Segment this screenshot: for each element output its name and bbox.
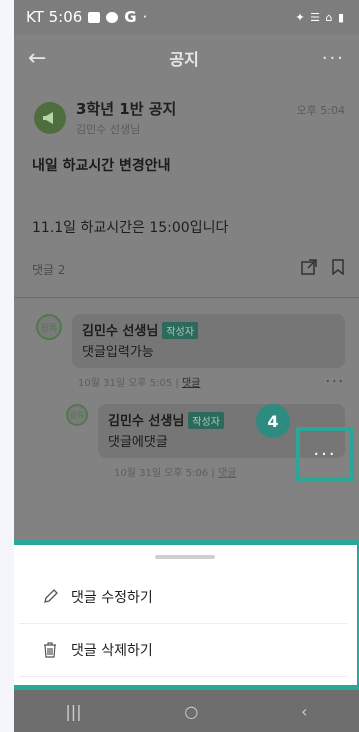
commenter-name: 김민수 선생님: [82, 324, 159, 339]
bookmark-icon[interactable]: [331, 259, 345, 279]
home-icon[interactable]: ○: [184, 702, 198, 721]
reply-link[interactable]: 댓글: [218, 468, 236, 479]
phone-screen: KT 5:06 G · ✦ ☰ ⌂ ▮ ← 공지 ··· 3학년 1반 공지 김…: [14, 0, 359, 732]
page-title: 공지: [169, 50, 199, 69]
reply-time: 10월 31일 오후 5:06: [114, 468, 209, 479]
edit-comment-label: 댓글 수정하기: [71, 590, 153, 606]
post-time: 오후 5:04: [296, 104, 345, 117]
back-arrow-icon[interactable]: ←: [28, 46, 46, 71]
message-icon: [106, 11, 119, 23]
google-icon: G: [124, 8, 137, 26]
notice-title: 내일 하교시간 변경안내: [32, 158, 171, 174]
comment-time: 10월 31일 오후 5:05: [78, 378, 173, 389]
delete-comment-label: 댓글 삭제하기: [71, 643, 153, 659]
replier-name: 김민수 선생님: [108, 414, 185, 429]
status-bar: KT 5:06 G · ✦ ☰ ⌂ ▮: [14, 0, 359, 34]
gallery-icon: [88, 11, 101, 23]
post-title: 3학년 1반 공지: [76, 100, 177, 118]
post-author: 김민수 선생님: [76, 123, 141, 136]
share-icon[interactable]: [301, 259, 317, 279]
more-icon[interactable]: ···: [322, 48, 345, 69]
app-bar: ← 공지 ···: [14, 34, 359, 82]
edit-comment-button[interactable]: 댓글 수정하기: [19, 571, 347, 624]
back-icon[interactable]: ‹: [301, 702, 307, 721]
post-header: 3학년 1반 공지 김민수 선생님 오후 5:04: [14, 82, 359, 137]
notice-body: 11.1일 하교시간은 15:00입니다: [32, 220, 229, 236]
delete-comment-button[interactable]: 댓글 삭제하기: [19, 624, 347, 677]
status-time: KT 5:06: [26, 8, 83, 26]
author-badge: 작성자: [188, 412, 224, 429]
comment-count: 댓글 2: [32, 262, 66, 277]
sheet-handle[interactable]: [155, 555, 215, 559]
comment-meta: 10월 31일 오후 5:05 | 댓글 ···: [78, 374, 345, 390]
step-number-badge: 4: [256, 404, 290, 438]
reply-more-button[interactable]: ···: [296, 427, 354, 481]
pencil-icon: [41, 588, 59, 606]
comment-item: 왕특 김민수 선생님 작성자 댓글입력가능: [14, 298, 359, 368]
comment-more-icon[interactable]: ···: [326, 374, 345, 390]
comment-text: 댓글입력가능: [82, 345, 154, 360]
author-badge: 작성자: [162, 322, 198, 339]
reply-link[interactable]: 댓글: [182, 378, 200, 389]
comment-bubble: 김민수 선생님 작성자 댓글입력가능: [72, 314, 345, 368]
bottom-sheet: 댓글 수정하기 댓글 삭제하기: [14, 540, 359, 690]
trash-icon: [41, 641, 59, 659]
signal-icons: ✦ ☰ ⌂ ▮: [295, 10, 345, 24]
replier-avatar: 왕특: [66, 404, 88, 426]
comment-count-row: 댓글 2: [14, 237, 359, 279]
megaphone-icon: [34, 102, 66, 134]
recent-apps-icon[interactable]: |||: [65, 702, 81, 721]
commenter-avatar: 왕특: [36, 314, 62, 340]
system-nav-bar: ||| ○ ‹: [14, 690, 359, 732]
dot-icon: ·: [142, 8, 148, 26]
